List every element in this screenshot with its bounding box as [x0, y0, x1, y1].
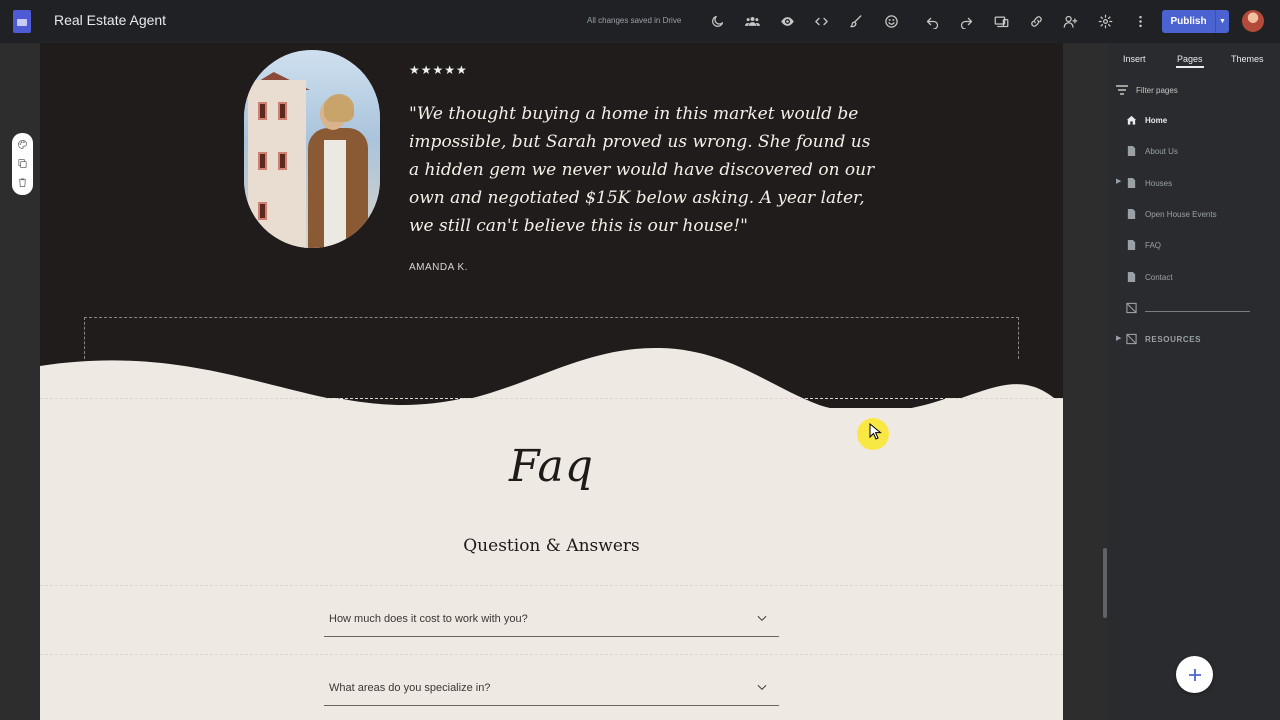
- expand-resources-icon[interactable]: ▶: [1116, 334, 1122, 342]
- hidden-page-icon: [1126, 333, 1137, 345]
- google-sites-logo-icon[interactable]: [13, 10, 31, 33]
- share-people-icon[interactable]: [742, 11, 762, 31]
- duplicate-section-icon[interactable]: [16, 157, 29, 170]
- faq-question: What areas do you specialize in?: [329, 682, 491, 694]
- publish-options-chevron-icon[interactable]: ▼: [1215, 10, 1229, 33]
- nav-divider-item[interactable]: [1126, 301, 1137, 315]
- tab-insert[interactable]: Insert: [1123, 54, 1146, 64]
- page-item-home[interactable]: Home: [1126, 113, 1167, 127]
- page-icon: [1127, 145, 1136, 157]
- page-icon: [1127, 271, 1136, 283]
- nav-divider-line: [1145, 311, 1250, 312]
- faq-heading[interactable]: Question & Answers: [40, 536, 1063, 556]
- undo-icon[interactable]: [922, 11, 942, 31]
- device-preview-icon[interactable]: [991, 11, 1011, 31]
- section-style-palette-icon[interactable]: [16, 138, 29, 151]
- resources-label[interactable]: RESOURCES: [1145, 335, 1201, 344]
- hidden-page-icon: [1126, 302, 1137, 314]
- section-divider: [40, 585, 1063, 586]
- site-title[interactable]: Real Estate Agent: [54, 12, 166, 28]
- section-divider: [40, 654, 1063, 655]
- faq-script-title[interactable]: Faq: [40, 441, 1063, 492]
- page-item-label: Home: [1145, 115, 1168, 125]
- faq-item[interactable]: What areas do you specialize in?: [324, 670, 779, 706]
- user-avatar[interactable]: [1242, 10, 1264, 32]
- section-divider: [40, 398, 1063, 399]
- more-options-icon[interactable]: [1130, 11, 1150, 31]
- page-item-label: About Us: [1145, 146, 1178, 156]
- page-icon: [1127, 239, 1136, 251]
- filter-icon: [1116, 85, 1128, 95]
- star-rating: ★★★★★: [409, 63, 468, 77]
- theme-brush-icon[interactable]: [846, 11, 866, 31]
- filter-pages[interactable]: Filter pages: [1116, 83, 1178, 97]
- page-item-label: Contact: [1145, 272, 1173, 282]
- page-item-label: Houses: [1145, 178, 1173, 188]
- testimonial-quote[interactable]: "We thought buying a home in this market…: [409, 100, 879, 240]
- section-toolbar: [12, 133, 33, 195]
- page-item-label: FAQ: [1145, 240, 1162, 250]
- settings-gear-icon[interactable]: [1095, 11, 1115, 31]
- page-icon: [1127, 208, 1136, 220]
- site-page: ★★★★★ "We thought buying a home in this …: [40, 43, 1063, 720]
- mouse-pointer-icon: [869, 423, 882, 440]
- save-status: All changes saved in Drive: [587, 16, 682, 25]
- resources-item[interactable]: [1126, 332, 1137, 346]
- chevron-down-icon[interactable]: [755, 680, 769, 694]
- embed-code-icon[interactable]: [811, 11, 831, 31]
- faq-item[interactable]: How much does it cost to work with you?: [324, 601, 779, 637]
- canvas-scrollbar[interactable]: [1103, 548, 1107, 618]
- chevron-down-icon[interactable]: [755, 611, 769, 625]
- top-bar: Real Estate Agent All changes saved in D…: [0, 0, 1280, 43]
- filter-pages-label: Filter pages: [1136, 85, 1178, 95]
- page-item-open-house-events[interactable]: Open House Events: [1126, 207, 1217, 221]
- tab-themes[interactable]: Themes: [1231, 54, 1264, 64]
- active-tab-indicator: [1176, 66, 1204, 68]
- link-icon[interactable]: [1026, 11, 1046, 31]
- plus-icon: [1188, 668, 1201, 681]
- page-item-contact[interactable]: Contact: [1126, 270, 1173, 284]
- add-person-icon[interactable]: [1060, 11, 1080, 31]
- dark-mode-icon[interactable]: [707, 11, 727, 31]
- testimonial-author[interactable]: AMANDA K.: [409, 262, 468, 273]
- faq-question: How much does it cost to work with you?: [329, 613, 528, 625]
- preview-icon[interactable]: [777, 11, 797, 31]
- home-icon: [1126, 115, 1137, 125]
- page-item-about-us[interactable]: About Us: [1126, 144, 1178, 158]
- page-item-houses[interactable]: Houses: [1126, 176, 1172, 190]
- section-selection-outline: [84, 317, 1019, 359]
- page-icon: [1127, 177, 1136, 189]
- tab-pages[interactable]: Pages: [1177, 54, 1203, 64]
- publish-button[interactable]: Publish ▼: [1162, 10, 1229, 33]
- redo-icon[interactable]: [956, 11, 976, 31]
- expand-houses-icon[interactable]: ▶: [1116, 177, 1122, 185]
- testimonial-photo[interactable]: [244, 50, 380, 248]
- publish-label: Publish: [1170, 16, 1207, 27]
- delete-section-icon[interactable]: [16, 176, 29, 189]
- page-item-label: Open House Events: [1145, 209, 1217, 219]
- page-item-faq[interactable]: FAQ: [1126, 238, 1161, 252]
- emoji-icon[interactable]: [881, 11, 901, 31]
- add-page-button[interactable]: [1176, 656, 1213, 693]
